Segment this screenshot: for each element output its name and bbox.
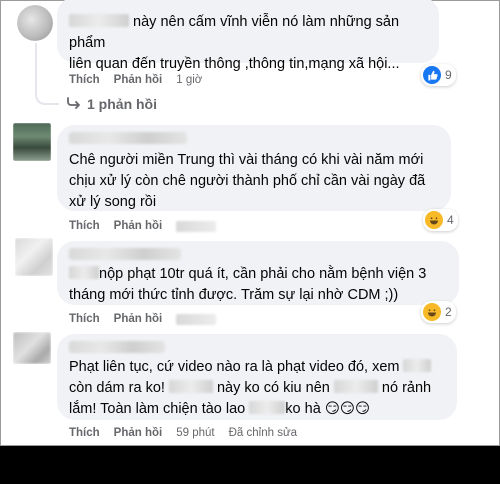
reaction-count[interactable]: 2: [421, 301, 456, 323]
comment-actions: Thích Phản hồi: [69, 220, 217, 232]
view-replies-button[interactable]: 1 phản hồi: [67, 96, 157, 112]
reply-arrow-icon: [67, 96, 81, 112]
edited-label: Đã chỉnh sửa: [228, 427, 298, 439]
timestamp[interactable]: 1 giờ: [176, 74, 202, 86]
comment-section: này nên cấm vĩnh viễn nó làm những sản p…: [0, 0, 500, 446]
timestamp[interactable]: [176, 313, 217, 325]
reply-button[interactable]: Phản hồi: [114, 313, 163, 325]
haha-icon: [425, 211, 443, 229]
comment-actions: Thích Phản hồi 1 giờ: [69, 74, 202, 86]
comment-text: nộp phạt 10tr quá ít, cần phải cho nằm b…: [69, 266, 427, 303]
thread-connector: [35, 43, 59, 105]
reply-button[interactable]: Phản hồi: [114, 74, 163, 86]
reaction-count[interactable]: 9: [421, 64, 456, 86]
avatar[interactable]: [17, 5, 53, 41]
comment-bubble: nộp phạt 10tr quá ít, cần phải cho nằm b…: [57, 241, 459, 305]
avatar[interactable]: [13, 332, 51, 364]
comment-bubble: Chê người miền Trung thì vài tháng có kh…: [57, 125, 451, 211]
bottom-bar: [0, 446, 500, 484]
timestamp[interactable]: 59 phút: [176, 427, 214, 439]
reaction-count[interactable]: 4: [423, 209, 458, 231]
comment-text: này nên cấm vĩnh viễn nó làm những sản p…: [69, 14, 400, 72]
comment-text: Phạt liên tục, cứ video nào ra là phạt v…: [69, 359, 432, 417]
avatar[interactable]: [15, 238, 53, 276]
like-icon: [423, 66, 441, 84]
like-button[interactable]: Thích: [69, 427, 100, 439]
avatar[interactable]: [13, 123, 51, 161]
comment-bubble: này nên cấm vĩnh viễn nó làm những sản p…: [57, 0, 439, 72]
reply-button[interactable]: Phản hồi: [114, 427, 163, 439]
haha-icon: [423, 303, 441, 321]
comment-actions: Thích Phản hồi: [69, 313, 217, 325]
reply-button[interactable]: Phản hồi: [114, 220, 163, 232]
like-button[interactable]: Thích: [69, 220, 100, 232]
timestamp[interactable]: [176, 220, 217, 232]
comment-text: Chê người miền Trung thì vài tháng có kh…: [69, 152, 426, 210]
like-button[interactable]: Thích: [69, 313, 100, 325]
comment-bubble: Phạt liên tục, cứ video nào ra là phạt v…: [57, 334, 457, 420]
like-button[interactable]: Thích: [69, 74, 100, 86]
smirk-emoji: 😏😏😏: [324, 401, 371, 417]
comment-actions: Thích Phản hồi 59 phút Đã chỉnh sửa: [69, 427, 297, 439]
